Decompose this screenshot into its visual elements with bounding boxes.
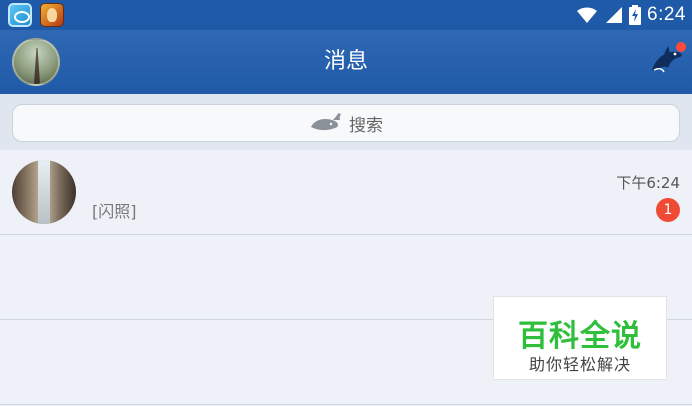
notification-dot [676,42,686,52]
search-bar[interactable]: 搜索 [12,104,680,142]
search-label: 搜索 [349,115,383,136]
watermark-logo: 百科全说 助你轻松解决 [493,296,667,380]
status-indicators: 6:24 [575,0,686,30]
signal-icon [606,7,623,23]
street-sky-image [38,160,50,224]
search-area: 搜索 [0,94,692,150]
contact-avatar[interactable] [12,160,76,224]
message-time: 下午6:24 [616,174,680,192]
status-bar: 6:24 [0,0,692,30]
whale-search-icon [311,113,341,131]
app-notification-icon [8,3,32,27]
unread-count-badge: 1 [656,198,680,222]
page-title: 消息 [323,49,368,74]
title-bar: 消息 [0,30,692,94]
wifi-icon [577,7,598,24]
conversation-row[interactable]: [闪照] 下午6:24 1 [0,150,692,235]
game-notification-icon [40,3,64,27]
watermark-title: 百科全说 [518,319,642,354]
battery-charging-icon [629,5,642,25]
message-preview: [闪照] [92,202,137,221]
status-clock: 6:24 [647,4,686,25]
watermark-subtitle: 助你轻松解决 [528,355,631,374]
